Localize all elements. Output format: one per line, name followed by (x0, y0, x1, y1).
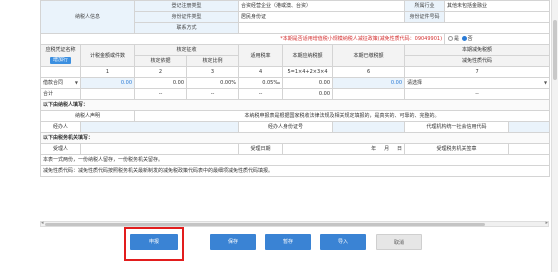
total-label: 合计 (40, 88, 81, 100)
tax-office-heading: 以下由税务机关填写： (39, 132, 551, 144)
col-num-5: 5=1×4+2×3×4 (282, 66, 334, 78)
id-type-label: 身份证件类型 (134, 11, 240, 23)
reg-type-row: 纳税人信息 登记注册类型 合资经营企业（港或澳、台资） 所属行业 其他未包括金融… (39, 0, 551, 34)
industry-value: 其他未包括金融业 (444, 0, 551, 12)
agency-code-input[interactable] (508, 121, 551, 133)
declaration-label: 纳税人声明 (39, 110, 136, 122)
col-num-7: 7 (404, 66, 551, 78)
note-2: 减免性质代码：减免性质代码按照税务机关最新制发的减免税政策代码表中的最细项减免性… (39, 165, 551, 177)
vertical-scrollbar[interactable] (551, 0, 558, 272)
policy-no-label: 否 (467, 36, 473, 42)
col-num-4: 4 (238, 66, 284, 78)
basis-input[interactable]: 0.00 (134, 77, 188, 89)
policy-yes-radio[interactable] (448, 36, 454, 41)
contact-label: 联系方式 (134, 22, 240, 34)
header-row-1: 应税凭证名称 增加行 计税金额或件数 核定征收 适用税率 本期应纳税额 本期已缴… (40, 44, 551, 67)
total-dash-ratio: -- (186, 88, 240, 100)
taxable-amount-header: 计税金额或件数 (79, 44, 136, 67)
total-dash-basis: -- (134, 88, 188, 100)
action-bar: 申报 保存 暂存 导入 取消 (0, 234, 552, 254)
approved-levy-header: 核定征收 (134, 44, 240, 56)
horizontal-scrollbar[interactable]: ◂ ▸ (40, 220, 549, 227)
approved-basis-header: 核定依据 (134, 55, 188, 67)
tax-office-heading-row: 以下由税务机关填写： (39, 132, 551, 144)
office-seal-label: 受理税务机关签章 (404, 143, 510, 155)
receiver-label: 受理人 (40, 143, 81, 155)
id-no-label: 身份证件号码 (404, 11, 446, 23)
stamp-duty-table: 纳税人信息 登记注册类型 合资经营企业（港或澳、台资） 所属行业 其他未包括金融… (39, 0, 551, 177)
agency-code-label: 代理机构统一社会信用代码 (404, 121, 510, 133)
note-1: 本表一式两份，一份纳税人留存，一份税务机关留存。 (39, 154, 551, 166)
scrollbar-thumb[interactable] (45, 223, 485, 226)
receive-date-label: 受理日期 (238, 143, 284, 155)
add-row-button[interactable]: 增加行 (49, 57, 71, 64)
tax-payable-header: 本期应纳税额 (282, 44, 334, 67)
scroll-right-icon[interactable]: ▸ (545, 220, 548, 226)
id-no-value (444, 11, 551, 23)
declaration-text: 本纳税申报表是根据国家税收法律法规及相关规定填报的，是真实的、可靠的、完整的。 (134, 110, 551, 122)
total-dash-relief: -- (404, 88, 551, 100)
relief-code-select[interactable]: 请选择 ▼ (404, 77, 551, 89)
date-month: 月 (384, 146, 390, 152)
policy-yes-label: 是 (454, 36, 460, 42)
industry-label: 所属行业 (404, 0, 446, 12)
chevron-down-icon: ▼ (74, 80, 78, 85)
approved-ratio-header: 核定比例 (186, 55, 240, 67)
relief-header: 本期减免税额 (404, 44, 551, 56)
reg-type-label: 登记注册类型 (134, 0, 240, 12)
payable-value: 0.00 (282, 77, 334, 89)
agent-id-input[interactable] (332, 121, 406, 133)
highlight-box (124, 227, 184, 261)
temp-save-button[interactable]: 暂存 (265, 234, 311, 250)
taxpayer-fill-heading-row: 以下由纳税人填写： (39, 99, 551, 111)
ratio-input[interactable]: 0.00% (186, 77, 240, 89)
contact-value (238, 22, 551, 34)
cancel-button[interactable]: 取消 (376, 234, 422, 250)
taxpayer-fill-heading: 以下由纳税人填写： (39, 99, 551, 111)
declaration-row: 纳税人声明 本纳税申报表是根据国家税收法律法规及相关规定填报的，是真实的、可靠的… (39, 110, 551, 122)
date-day: 日 (397, 146, 403, 152)
declaration-form: 纳税人信息 登记注册类型 合资经营企业（港或澳、台资） 所属行业 其他未包括金融… (0, 0, 552, 272)
table-row: 借款合同 ▼ 0.00 0.00 0.00% 0.05‰ 0.00 0.00 请选… (40, 77, 551, 89)
policy-no-radio[interactable] (461, 36, 467, 41)
tax-paid-header: 本期已缴税额 (332, 44, 406, 67)
id-type-value: 居民身份证 (238, 11, 406, 23)
voucher-name-header: 应税凭证名称 (45, 47, 76, 53)
receiver-value (79, 143, 240, 155)
voucher-name-select[interactable]: 借款合同 ▼ (40, 77, 81, 89)
vertical-scrollbar-thumb[interactable] (553, 20, 557, 80)
agent-id-label: 经办人身份证号 (238, 121, 334, 133)
receiver-row: 受理人 受理日期 年 月 日 受理税务机关签章 (40, 143, 551, 155)
chevron-down-icon: ▼ (543, 80, 548, 85)
amount-input[interactable]: 0.00 (79, 77, 136, 89)
total-row: 合计 -- -- -- 0.00 -- (40, 88, 551, 100)
note-row-1: 本表一式两份，一份纳税人留存，一份税务机关留存。 (39, 154, 551, 166)
agent-input[interactable] (79, 121, 240, 133)
save-button[interactable]: 保存 (210, 234, 256, 250)
tax-rate-header: 适用税率 (238, 44, 284, 67)
paid-input[interactable]: 0.00 (332, 77, 406, 89)
scroll-left-icon[interactable]: ◂ (41, 220, 44, 226)
reg-type-value: 合资经营企业（港或澳、台资） (238, 0, 406, 12)
policy-row: *本期是否适用增值税小规模纳税人减征政策(减免性质代码：09049901) 是 … (39, 33, 551, 45)
col-num-2: 2 (134, 66, 188, 78)
taxpayer-info-label: 纳税人信息 (39, 0, 136, 34)
col-num-1: 1 (79, 66, 136, 78)
policy-text: *本期是否适用增值税小规模纳税人减征政策(减免性质代码：09049901) (280, 36, 443, 42)
total-dash-rate: -- (238, 88, 284, 100)
agent-label: 经办人 (40, 121, 81, 133)
col-num-3: 3 (186, 66, 240, 78)
col-num-6: 6 (332, 66, 406, 78)
total-payable: 0.00 (282, 88, 334, 100)
agent-row: 经办人 经办人身份证号 代理机构统一社会信用代码 (40, 121, 551, 133)
date-year: 年 (371, 146, 377, 152)
column-number-row: 1 2 3 4 5=1×4+2×3×4 6 7 (40, 66, 551, 78)
tax-rate-value: 0.05‰ (238, 77, 284, 89)
import-button[interactable]: 导入 (320, 234, 366, 250)
note-row-2: 减免性质代码：减免性质代码按照税务机关最新制发的减免税政策代码表中的最细项减免性… (39, 165, 551, 177)
relief-code-header: 减免性质代码 (404, 55, 551, 67)
